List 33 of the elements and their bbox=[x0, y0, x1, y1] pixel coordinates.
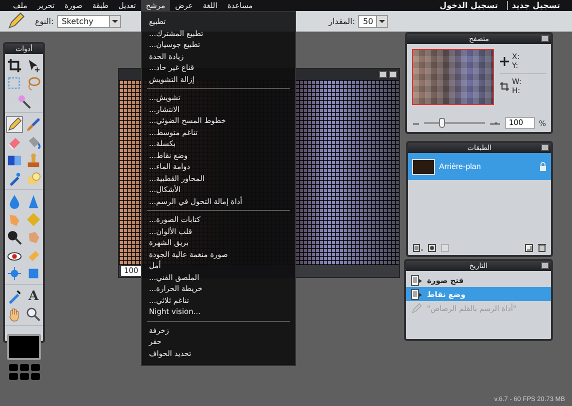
layer-name: Arrière-plan bbox=[439, 162, 482, 171]
amount-select[interactable]: 50 bbox=[358, 14, 388, 28]
type-select[interactable]: Sketchy bbox=[56, 14, 121, 28]
pencil-icon[interactable] bbox=[6, 116, 23, 132]
layer-thumbnail bbox=[412, 158, 435, 174]
type-tool[interactable]: A bbox=[25, 288, 42, 304]
account-link[interactable]: تسجيل جديد bbox=[506, 1, 564, 10]
stamp-icon[interactable] bbox=[25, 152, 42, 168]
zoom-icon[interactable] bbox=[25, 306, 42, 322]
brush-icon[interactable] bbox=[25, 116, 42, 132]
crosshair-icon bbox=[500, 56, 509, 66]
new-layer-icon[interactable] bbox=[525, 244, 533, 252]
document-icon bbox=[411, 274, 422, 286]
type-label: النوع: bbox=[35, 16, 54, 26]
trash-icon[interactable] bbox=[538, 243, 546, 252]
maximize-icon[interactable] bbox=[379, 71, 387, 78]
mask-icon[interactable] bbox=[428, 244, 436, 252]
layer-settings-icon[interactable] bbox=[413, 244, 423, 252]
slider-thumb[interactable] bbox=[439, 118, 446, 128]
account-link[interactable]: تسجيل الدخول bbox=[436, 1, 502, 10]
size-icon bbox=[500, 82, 509, 90]
close-icon[interactable] bbox=[541, 144, 549, 151]
color-swatch[interactable] bbox=[7, 334, 41, 360]
eyedropper-icon[interactable] bbox=[6, 288, 23, 304]
amount-label: المقدار: bbox=[328, 16, 356, 26]
crop-icon[interactable] bbox=[6, 56, 23, 74]
close-icon[interactable] bbox=[541, 35, 549, 42]
document-icon bbox=[411, 288, 422, 300]
burn-icon[interactable] bbox=[6, 228, 23, 246]
wand-icon[interactable] bbox=[16, 92, 32, 110]
close-icon[interactable] bbox=[389, 71, 397, 78]
close-icon[interactable] bbox=[541, 262, 549, 269]
zoom-in-icon[interactable] bbox=[488, 120, 501, 126]
